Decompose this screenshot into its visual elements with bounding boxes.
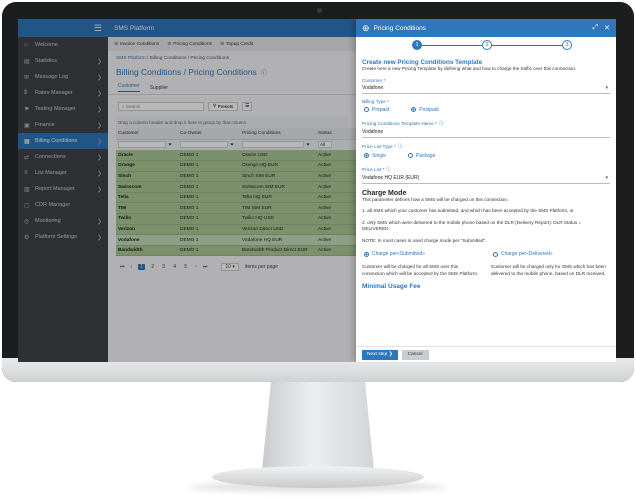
price-list-label: Price List * ⓘ [362,166,392,173]
radio-circle-icon [493,251,498,257]
charge-delivered-desc: Customer will be charged only for SMS wh… [491,264,606,276]
next-step-button[interactable]: Next step ❯ [362,349,398,360]
step-3[interactable]: 3 [562,40,572,50]
charge-mode-options: Charge per«Submitted» Customer will be c… [362,248,610,277]
charge-option-1: 1. all SMS which your customer has submi… [362,208,574,213]
charge-note: NOTE: In most cases is used charge mode … [362,237,487,243]
step-2[interactable]: 2 [482,40,492,50]
minimal-usage-fee-title: Minimal Usage Fee [362,283,421,290]
chevron-down-icon: ▾ [605,175,608,181]
billing-type-label: Billing Type * [362,98,390,104]
monitor-base [212,466,424,488]
step-1[interactable]: 1 [412,40,422,50]
info-icon[interactable]: ⓘ [398,144,403,150]
pricing-conditions-dialog: ⊕ Pricing Conditions ⤢ ✕ 1 2 3 Create ne… [356,19,616,362]
radio-prepaid[interactable]: Prepaid [364,107,389,113]
radio-checked-icon [364,153,369,158]
camera-dot [317,8,322,13]
step-connector [422,45,482,46]
monitor-neck [262,382,374,470]
dialog-header: ⊕ Pricing Conditions ⤢ ✕ [356,19,616,37]
charge-delivered-option: Charge per«Delivered» Customer will be c… [491,248,610,277]
monitor-mockup: ☰ ⌂ Welcome ▤ Statistics ❯ ✉ Message Log ❯ $ Rate… [0,0,636,498]
cancel-button[interactable]: Cancel [401,349,429,360]
radio-charge-delivered[interactable]: Charge per«Delivered» [491,249,610,259]
chevron-right-icon: ❯ [388,352,393,357]
screen: ☰ ⌂ Welcome ▤ Statistics ❯ ✉ Message Log ❯ $ Rate… [18,19,616,362]
radio-circle-icon [364,107,369,112]
form-intro: Create here a new Pricing Template by de… [362,66,577,71]
price-list-select[interactable]: Vodafone HQ EUR (EUR) ▾ [362,174,610,184]
form-heading: Create new Pricing Conditions Template [362,59,483,66]
modal-backdrop[interactable] [18,19,356,362]
radio-checked-icon [411,107,417,112]
info-icon[interactable]: ⓘ [439,121,444,127]
radio-checked-icon [364,251,369,257]
info-icon[interactable]: ⓘ [386,167,391,173]
template-name-label: Pricing Conditions Template Name * ⓘ [362,120,444,127]
price-list-type-label: Price List Type * ⓘ [362,143,403,150]
radio-package[interactable]: Package [407,153,435,159]
charge-mode-title: Charge Mode [362,189,407,197]
close-icon[interactable]: ✕ [604,24,610,32]
radio-charge-submitted[interactable]: Charge per«Submitted» [362,249,481,259]
dialog-footer: Next step ❯ Cancel [356,346,616,362]
dialog-title: Pricing Conditions [373,24,426,32]
wizard-stepper: 1 2 3 [356,37,616,55]
charge-submitted-desc: Customer will be charged for all SMS ove… [362,264,479,276]
radio-circle-icon [407,153,413,158]
billing-type-radios: Prepaid Postpaid [362,105,610,115]
template-name-input[interactable]: Vodafone [362,128,610,138]
charge-submitted-option: Charge per«Submitted» Customer will be c… [362,248,481,277]
customer-label: Customer * [362,77,386,83]
price-list-type-radios: Single Package [362,151,610,161]
expand-icon[interactable]: ⤢ [593,24,599,32]
step-connector [492,45,562,46]
customer-select[interactable]: Vodafone ▾ [362,84,610,94]
radio-postpaid[interactable]: Postpaid [411,107,439,113]
radio-single[interactable]: Single [364,153,386,159]
chevron-down-icon: ▾ [605,85,608,91]
plus-circle-icon: ⊕ [362,22,370,33]
charge-option-2: 2. only SMS which were delivered to the … [362,219,582,232]
dialog-body: Create new Pricing Conditions Template C… [356,59,616,290]
